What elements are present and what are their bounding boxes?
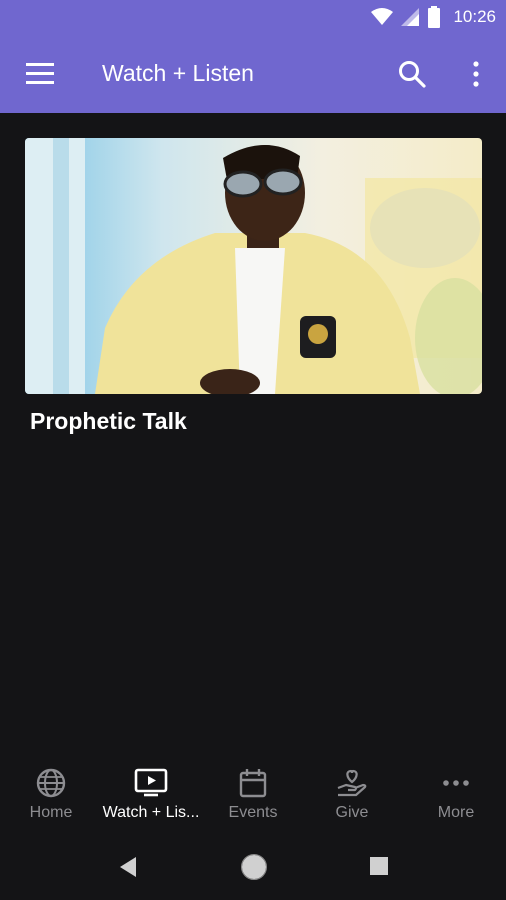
- bottom-nav: Home Watch + Lis... Events Give More: [0, 758, 506, 838]
- status-time: 10:26: [453, 7, 496, 26]
- nav-label-watch-listen: Watch + Lis...: [102, 804, 200, 821]
- wifi-icon: [371, 8, 394, 25]
- nav-label-events: Events: [228, 804, 278, 821]
- back-icon[interactable]: [118, 856, 138, 878]
- signal-icon: [401, 8, 420, 26]
- nav-item-give[interactable]: Give: [302, 758, 402, 838]
- status-icons: 10:26: [371, 6, 496, 28]
- globe-icon: [36, 768, 66, 798]
- app-bar: Watch + Listen: [0, 36, 506, 113]
- card-title[interactable]: Prophetic Talk: [30, 408, 187, 435]
- media-card-thumbnail[interactable]: [25, 138, 482, 394]
- page-title: Watch + Listen: [102, 60, 254, 86]
- system-nav-bar: [0, 838, 506, 900]
- more-vert-icon[interactable]: [466, 60, 486, 88]
- more-horiz-icon: [443, 780, 469, 786]
- battery-icon: [428, 6, 441, 28]
- nav-item-events[interactable]: Events: [203, 758, 303, 838]
- recents-icon[interactable]: [370, 857, 388, 875]
- nav-item-more[interactable]: More: [406, 758, 506, 838]
- nav-item-watch-listen[interactable]: Watch + Lis...: [101, 758, 201, 838]
- home-circle-icon[interactable]: [240, 853, 268, 881]
- thumbnail-image: [25, 138, 482, 394]
- tv-play-icon: [134, 768, 168, 797]
- status-bar: 10:26: [0, 0, 506, 36]
- calendar-icon: [239, 769, 267, 798]
- nav-item-home[interactable]: Home: [1, 758, 101, 838]
- give-hand-heart-icon: [337, 769, 367, 797]
- nav-label-more: More: [437, 804, 475, 821]
- nav-label-give: Give: [335, 804, 369, 821]
- menu-icon[interactable]: [26, 63, 54, 85]
- nav-label-home: Home: [29, 804, 73, 821]
- search-icon[interactable]: [398, 60, 426, 88]
